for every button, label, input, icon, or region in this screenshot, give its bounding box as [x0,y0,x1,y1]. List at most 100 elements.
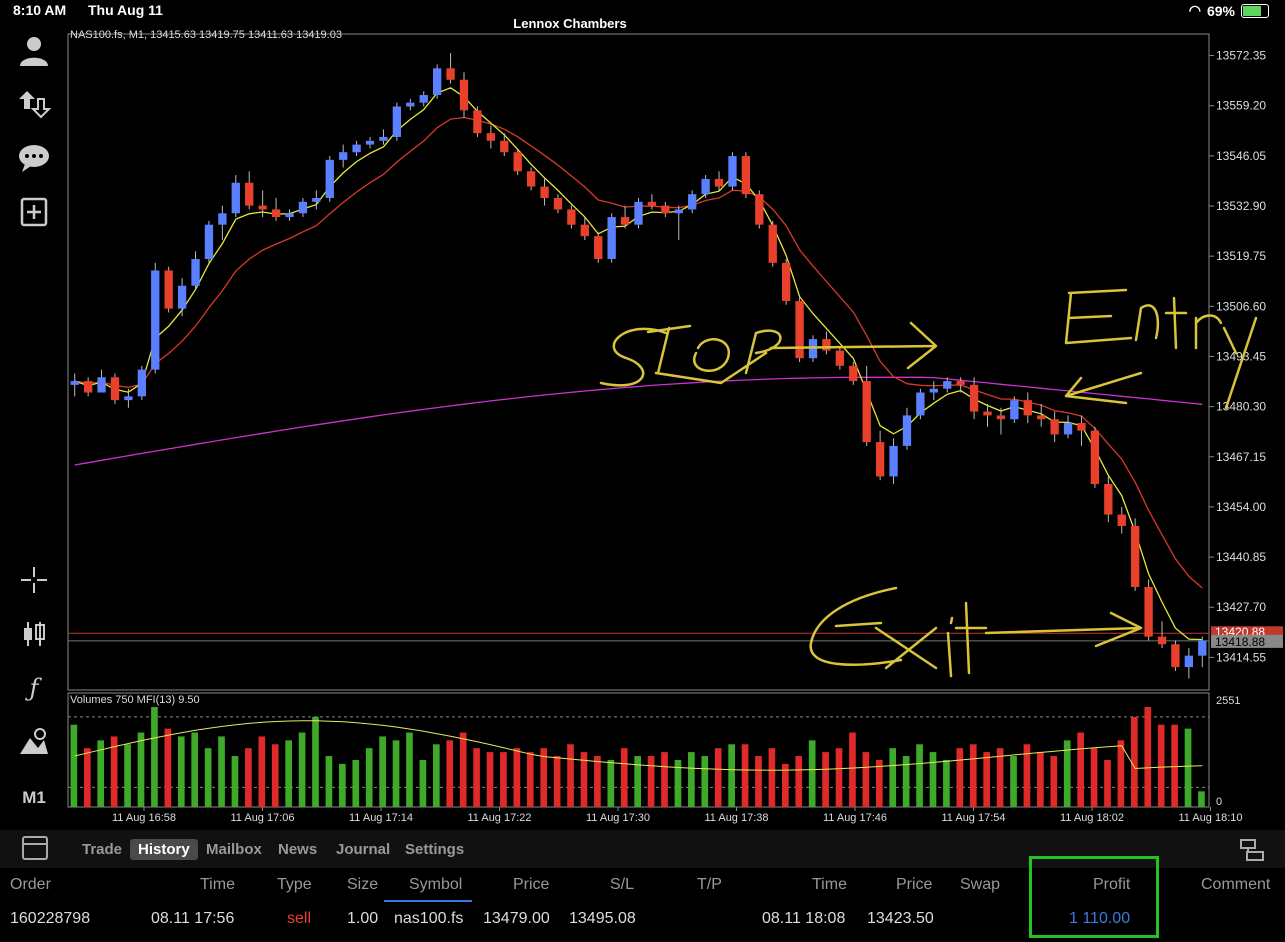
volume-scale-top: 2551 [1216,695,1240,707]
cell-type: sell [287,910,312,927]
volume-bar [218,736,225,807]
col-order[interactable]: Order [10,876,51,894]
volume-bar [325,756,333,807]
price-chart[interactable]: NAS100.fs, M1, 13415.63 13419.75 13411.6… [66,28,1285,828]
volume-bar [1198,791,1205,807]
time-tick-label: 11 Aug 17:22 [467,812,531,824]
candle-body [419,95,428,103]
chat-icon[interactable] [16,140,52,176]
objects-icon[interactable] [16,724,52,760]
candle-body [620,217,630,225]
candle-body [339,152,348,160]
candle-body [647,201,657,206]
volume-bar [231,756,239,807]
layout-icon[interactable] [1239,838,1264,861]
candle-body [124,396,133,401]
col-type[interactable]: Type [277,876,312,894]
status-bar: 8:10 AM Thu Aug 11 Lennox Chambers ◠ 69% [0,0,1285,31]
candle-body [298,201,308,214]
volume-bar [1090,748,1098,807]
candle-body [1037,415,1046,420]
col-close-price[interactable]: Price [896,876,932,894]
price-tick-label: 13440.85 [1216,550,1266,564]
volume-bar [969,744,977,807]
time-tick-label: 11 Aug 17:54 [941,812,1005,824]
volume-bar [258,736,266,807]
volume-bar [285,740,292,807]
col-swap[interactable]: Swap [960,876,1000,894]
indicators-icon[interactable]: ƒ [16,670,52,706]
volume-bar [620,748,628,807]
volume-bar [500,752,507,807]
battery-indicator: ◠ 69% [1189,2,1269,19]
calendar-icon[interactable] [22,836,48,860]
wifi-icon: ◠ [1188,2,1201,18]
candle-body [755,194,764,225]
volume-bar [312,716,319,807]
crosshair-icon[interactable] [16,562,52,598]
candle-body [822,339,831,351]
candle-body [1104,484,1113,515]
timeframe-button[interactable]: M1 [16,780,52,816]
volume-bar [795,756,803,807]
col-sl[interactable]: S/L [610,876,634,894]
volume-bar [701,756,709,807]
candle-body [594,236,603,260]
candle-body [1090,430,1100,485]
cell-sl: 13495.08 [569,910,636,927]
volume-bar [1157,724,1165,807]
time-tick-label: 11 Aug 18:10 [1178,812,1242,824]
col-size[interactable]: Size [347,876,378,894]
candle-body [1144,587,1153,637]
price-tick-label: 13506.60 [1216,299,1266,313]
volume-bar [647,756,655,807]
volume-bar [688,752,695,807]
candle-body [969,384,979,412]
new-order-icon[interactable] [16,194,52,230]
candle-body [768,224,777,263]
candle-body [83,381,93,393]
volume-bar [741,744,749,807]
volume-bar [204,748,212,807]
volume-bar [191,732,199,807]
chart-header: NAS100.fs, M1, 13415.63 13419.75 13411.6… [70,29,342,41]
volume-bar [365,748,373,807]
col-price[interactable]: Price [513,876,549,894]
tab-history[interactable]: History [130,839,198,860]
col-comment[interactable]: Comment [1201,876,1270,894]
price-tick-label: 13519.75 [1216,249,1266,263]
tab-settings[interactable]: Settings [397,839,472,860]
account-icon[interactable] [16,32,52,68]
col-tp[interactable]: T/P [697,876,722,894]
tab-news[interactable]: News [270,839,325,860]
col-symbol[interactable]: Symbol [409,876,462,894]
tab-mailbox[interactable]: Mailbox [198,839,270,860]
candle-body [500,140,509,153]
col-close-time[interactable]: Time [812,876,847,894]
volume-bar [983,752,991,807]
candle-body [406,102,415,107]
volume-bar [661,752,668,807]
candle-body [365,140,375,145]
volume-bar [849,732,856,807]
entry-arrow [1064,371,1143,405]
price-tick-label: 13572.35 [1216,49,1266,63]
candle-body [1198,640,1207,656]
candle-body [379,136,388,141]
col-time[interactable]: Time [200,876,235,894]
volume-bar [1117,740,1125,807]
tab-trade[interactable]: Trade [74,839,130,860]
price-tick-label: 13546.05 [1216,149,1266,163]
candle-body [996,415,1006,420]
volume-bar [164,728,172,807]
volume-bar [513,748,521,807]
chart-type-icon[interactable] [16,616,52,652]
tab-journal[interactable]: Journal [328,839,398,860]
left-toolbar: ƒ M1 [0,28,66,828]
trade-icon[interactable] [16,86,52,122]
candle-body [164,270,173,309]
volume-bar [83,748,91,807]
time-tick-label: 11 Aug 17:06 [230,812,294,824]
chart-canvas[interactable]: NAS100.fs, M1, 13415.63 13419.75 13411.6… [66,28,1285,828]
candle-body [245,182,254,206]
